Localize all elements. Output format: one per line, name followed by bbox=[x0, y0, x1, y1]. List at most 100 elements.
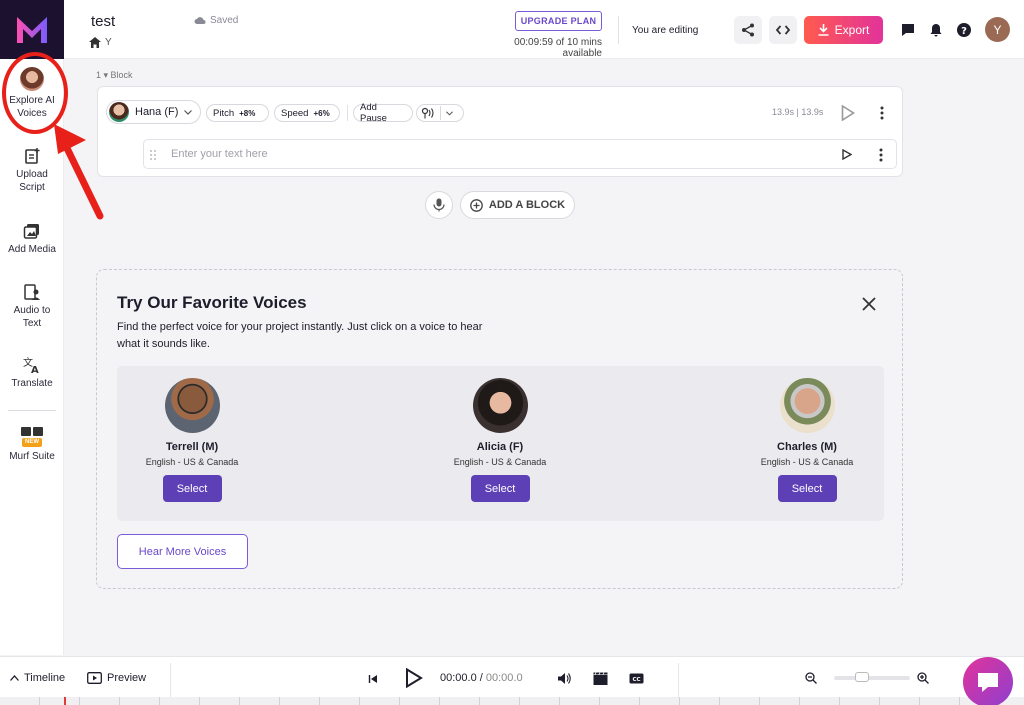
timecode: 00:00.0 / 00:00.0 bbox=[440, 672, 523, 684]
timeline-toggle[interactable]: Timeline bbox=[10, 672, 65, 684]
play-icon[interactable] bbox=[842, 149, 852, 160]
upgrade-plan-button[interactable]: UPGRADE PLAN bbox=[515, 11, 602, 31]
voice-name: Alicia (F) bbox=[476, 441, 524, 453]
sidebar-item-murf-suite[interactable]: NEW Murf Suite bbox=[0, 425, 64, 463]
sidebar-item-label: Add Media bbox=[8, 244, 56, 255]
share-button[interactable] bbox=[734, 16, 762, 44]
project-title[interactable]: test bbox=[91, 13, 115, 30]
voice-selector[interactable]: Hana (F) bbox=[106, 100, 201, 124]
share-icon bbox=[742, 23, 754, 37]
toolbar-divider bbox=[347, 105, 348, 121]
download-icon bbox=[818, 24, 829, 36]
hear-more-voices-button[interactable]: Hear More Voices bbox=[117, 534, 248, 569]
timeline-label: Timeline bbox=[24, 672, 66, 684]
more-options-icon[interactable] bbox=[880, 106, 884, 120]
cloud-icon bbox=[194, 17, 206, 24]
home-icon bbox=[89, 37, 101, 48]
add-pause-label: Add Pause bbox=[360, 102, 387, 124]
svg-text:?: ? bbox=[961, 26, 967, 37]
preview-icon bbox=[87, 672, 102, 684]
sidebar-item-audio-to-text[interactable]: Audio to Text bbox=[0, 283, 64, 330]
speed-label: Speed bbox=[281, 107, 309, 119]
video-icon[interactable] bbox=[593, 672, 608, 685]
zoom-out-icon[interactable] bbox=[805, 672, 817, 684]
voice-name: Terrell (M) bbox=[165, 441, 219, 453]
sidebar-item-label: Translate bbox=[11, 378, 53, 389]
saved-label: Saved bbox=[210, 15, 239, 26]
annotation-arrow bbox=[54, 124, 104, 220]
export-label: Export bbox=[834, 23, 870, 37]
time-available: 00:09:59 of 10 mins available bbox=[514, 37, 602, 59]
export-button[interactable]: Export bbox=[804, 16, 883, 44]
volume-icon[interactable] bbox=[557, 672, 571, 685]
timeline-playhead[interactable] bbox=[64, 697, 66, 705]
add-block-button[interactable]: ADD A BLOCK bbox=[460, 191, 575, 219]
sidebar-item-label: Murf Suite bbox=[9, 451, 55, 462]
app-logo[interactable] bbox=[0, 0, 64, 59]
preview-button[interactable]: Preview bbox=[87, 672, 146, 684]
more-options-icon[interactable] bbox=[879, 148, 883, 162]
zoom-slider-handle[interactable] bbox=[855, 672, 869, 682]
sub-block: Enter your text here bbox=[143, 139, 897, 169]
sidebar-item-label: Upload bbox=[16, 169, 48, 180]
captions-icon[interactable]: CC bbox=[629, 673, 644, 684]
speed-control[interactable]: Speed +6% bbox=[274, 104, 340, 122]
user-avatar[interactable]: Y bbox=[985, 17, 1010, 42]
notification-bell-icon[interactable] bbox=[929, 23, 943, 37]
new-badge: NEW bbox=[22, 438, 42, 447]
add-pause-button[interactable]: Add Pause bbox=[353, 102, 413, 124]
chevron-up-icon bbox=[10, 675, 19, 681]
select-voice-button[interactable]: Select bbox=[162, 475, 222, 502]
help-icon[interactable]: ? bbox=[957, 23, 971, 37]
voice-language: English - US & Canada bbox=[760, 457, 854, 467]
breadcrumb[interactable]: Y bbox=[89, 37, 112, 48]
panel-title: Try Our Favorite Voices bbox=[117, 293, 307, 312]
header-divider bbox=[618, 16, 619, 44]
select-voice-button[interactable]: Select bbox=[777, 475, 837, 502]
zoom-in-icon[interactable] bbox=[917, 672, 929, 684]
pitch-control[interactable]: Pitch +8% bbox=[206, 104, 269, 122]
zoom-slider-track[interactable] bbox=[834, 676, 910, 680]
voice-name: Charles (M) bbox=[777, 441, 837, 453]
block-duration: 13.9s | 13.9s bbox=[772, 107, 824, 117]
divider bbox=[678, 663, 679, 699]
sidebar-item-translate[interactable]: 文A Translate bbox=[0, 356, 64, 390]
voice-effect-icon bbox=[421, 107, 434, 119]
block-label[interactable]: 1 ▾ Block bbox=[96, 70, 133, 81]
close-icon[interactable] bbox=[861, 296, 877, 312]
preview-label: Preview bbox=[107, 672, 147, 684]
voice-avatar[interactable] bbox=[472, 378, 528, 433]
murf-logo-icon bbox=[17, 16, 47, 43]
voice-block: Hana (F) Pitch +8% Speed +6% Add Pause 1… bbox=[97, 86, 903, 177]
record-voice-button[interactable] bbox=[425, 191, 453, 219]
save-status: Saved bbox=[194, 15, 238, 26]
drag-handle-icon[interactable] bbox=[149, 149, 157, 161]
voice-avatar[interactable] bbox=[164, 378, 220, 433]
svg-text:CC: CC bbox=[632, 677, 640, 683]
current-time: 00:00.0 bbox=[440, 672, 477, 684]
sidebar-item-add-media[interactable]: Add Media bbox=[0, 222, 64, 256]
voice-avatar[interactable] bbox=[779, 378, 835, 433]
support-chat-button[interactable] bbox=[963, 657, 1013, 705]
voices-list: Terrell (M) English - US & Canada Select… bbox=[117, 366, 884, 521]
select-voice-button[interactable]: Select bbox=[470, 475, 530, 502]
pitch-label: Pitch bbox=[213, 107, 235, 119]
embed-code-button[interactable] bbox=[769, 16, 797, 44]
voice-card-alicia: Alicia (F) English - US & Canada Select bbox=[425, 378, 575, 502]
skip-back-icon[interactable] bbox=[368, 674, 378, 684]
comments-icon[interactable] bbox=[901, 23, 915, 37]
chat-icon bbox=[978, 673, 998, 692]
play-icon[interactable] bbox=[405, 668, 423, 688]
voice-language: English - US & Canada bbox=[145, 457, 239, 467]
add-circle-icon bbox=[470, 198, 483, 212]
emphasis-dropdown[interactable] bbox=[416, 104, 464, 122]
block-text-input[interactable]: Enter your text here bbox=[171, 148, 268, 160]
add-block-label: ADD A BLOCK bbox=[488, 199, 566, 211]
editing-status: You are editing bbox=[632, 25, 699, 36]
media-icon bbox=[23, 224, 39, 239]
timeline-ruler[interactable] bbox=[0, 697, 1024, 705]
chevron-down-icon bbox=[446, 110, 453, 116]
play-block-icon[interactable] bbox=[841, 105, 855, 121]
sidebar-item-label: Audio to bbox=[13, 305, 51, 316]
svg-text:A: A bbox=[31, 365, 39, 374]
